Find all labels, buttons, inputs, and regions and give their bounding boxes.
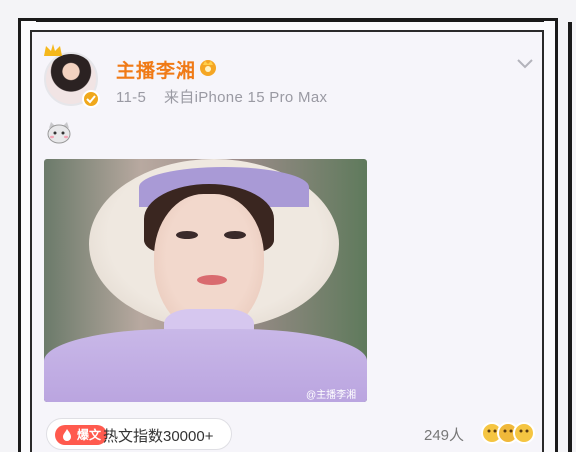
readers-count: 249人 (424, 427, 465, 444)
reaction-avatars-icon[interactable] (480, 420, 540, 446)
avatar-container[interactable] (44, 44, 100, 108)
photo-watermark: @主播李湘 (306, 390, 357, 401)
chevron-down-icon[interactable] (516, 58, 534, 70)
heat-index-text: 热文指数30000+ (103, 428, 214, 445)
verify-icon (82, 90, 100, 108)
post-photo[interactable]: @主播李湘 (44, 159, 367, 402)
crown-icon (44, 44, 62, 56)
hot-tag-label: 爆文 (77, 428, 102, 442)
frame-top-edge (36, 18, 544, 22)
photo-eye (224, 231, 246, 239)
vip-badge-icon (200, 60, 216, 76)
heat-index-pill[interactable]: 爆文 热文指数30000+ (46, 418, 232, 450)
frame-side-edge (568, 22, 572, 452)
username[interactable]: 主播李湘 (116, 56, 196, 83)
post-source: 来自iPhone 15 Pro Max (163, 89, 328, 106)
photo-eye (176, 231, 198, 239)
cat-emoji-icon (47, 122, 71, 144)
photo-lips (197, 275, 227, 285)
flame-icon (63, 429, 71, 441)
post-meta: 11-5 来自iPhone 15 Pro Max (116, 86, 327, 107)
hot-tag: 爆文 (55, 425, 108, 445)
post-date: 11-5 (116, 89, 147, 106)
